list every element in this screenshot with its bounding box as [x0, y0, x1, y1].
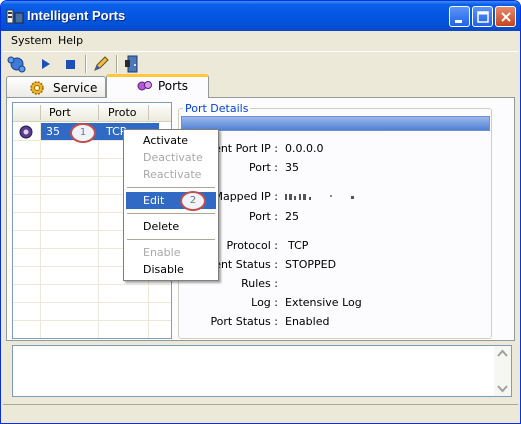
step-marker-number: 2 — [189, 195, 197, 206]
detail-label-log: Log : — [251, 296, 278, 309]
detail-value-protocol: TCP — [288, 239, 309, 252]
port-cell: 35 — [46, 125, 60, 138]
menu-item-label: Disable — [143, 263, 184, 276]
step-marker-2: 2 — [180, 191, 206, 211]
gear-icon — [30, 81, 44, 95]
menu-item-label: Enable — [143, 246, 181, 259]
tab-ports[interactable]: Ports — [106, 74, 209, 98]
close-button[interactable] — [495, 6, 516, 27]
detail-value-port-status: Enabled — [285, 315, 330, 328]
menu-separator — [127, 239, 215, 240]
stop-icon[interactable] — [60, 55, 80, 73]
detail-value-log: Extensive Log — [285, 296, 362, 309]
tab-service-label: Service — [53, 81, 98, 95]
ports-list-header: Port Proto — [13, 103, 171, 122]
network-icon[interactable] — [7, 55, 27, 73]
port-details-title: Port Details — [183, 102, 251, 115]
step-marker-number: 1 — [79, 127, 87, 138]
menu-bar: System Help — [3, 31, 518, 50]
menu-item-delete[interactable]: Delete — [126, 218, 216, 235]
scroll-up-icon[interactable] — [496, 349, 509, 359]
menu-separator — [127, 213, 215, 214]
column-header-port[interactable]: Port — [49, 106, 71, 119]
column-header-proto[interactable]: Proto — [108, 106, 137, 119]
column-separator — [40, 105, 41, 120]
minimize-button[interactable] — [449, 6, 470, 27]
menu-item-label: Delete — [143, 220, 180, 233]
menu-system[interactable]: System — [11, 34, 52, 47]
detail-value-port: 35 — [285, 161, 299, 174]
menu-item-deactivate: Deactivate — [126, 149, 216, 166]
detail-label-port-status: Port Status : — [210, 315, 278, 328]
detail-value-current-status: STOPPED — [285, 258, 337, 271]
toolbar-separator — [116, 55, 118, 73]
menu-separator — [127, 187, 215, 188]
column-separator — [98, 105, 99, 120]
app-icon — [6, 9, 24, 24]
tab-ports-label: Ports — [158, 79, 189, 93]
port-details-header-bar — [181, 116, 490, 131]
ports-icon — [137, 81, 152, 91]
app-window: Intelligent Ports System Help Service Po… — [0, 0, 521, 424]
menu-item-label: Edit — [143, 194, 165, 207]
menu-help[interactable]: Help — [58, 34, 83, 47]
vertical-scrollbar[interactable] — [494, 346, 511, 396]
detail-value-mapped-port: 25 — [285, 210, 299, 223]
menu-item-label: Reactivate — [143, 168, 202, 181]
step-marker-1: 1 — [70, 123, 96, 143]
column-separator — [148, 105, 149, 120]
scroll-down-icon[interactable] — [496, 383, 509, 393]
port-status-icon — [19, 125, 33, 139]
status-bar — [3, 404, 518, 422]
toolbar — [3, 51, 518, 75]
menu-item-activate[interactable]: Activate — [126, 132, 216, 149]
window-title: Intelligent Ports — [27, 8, 126, 23]
edit-pencil-icon[interactable] — [91, 55, 111, 73]
menu-item-reactivate: Reactivate — [126, 166, 216, 183]
exit-door-icon[interactable] — [122, 55, 142, 73]
play-icon[interactable] — [35, 55, 55, 73]
log-output-box[interactable] — [12, 345, 512, 397]
toolbar-separator — [85, 55, 87, 73]
title-bar[interactable]: Intelligent Ports — [1, 1, 520, 31]
detail-value-intelligent-port-ip: 0.0.0.0 — [285, 142, 324, 155]
menu-item-label: Deactivate — [143, 151, 203, 164]
mapped-ip-redacted — [285, 194, 354, 200]
menu-item-label: Activate — [143, 134, 189, 147]
menu-item-disable[interactable]: Disable — [126, 261, 216, 278]
menu-item-enable: Enable — [126, 244, 216, 261]
tab-service[interactable]: Service — [6, 76, 106, 98]
maximize-button[interactable] — [472, 6, 493, 27]
